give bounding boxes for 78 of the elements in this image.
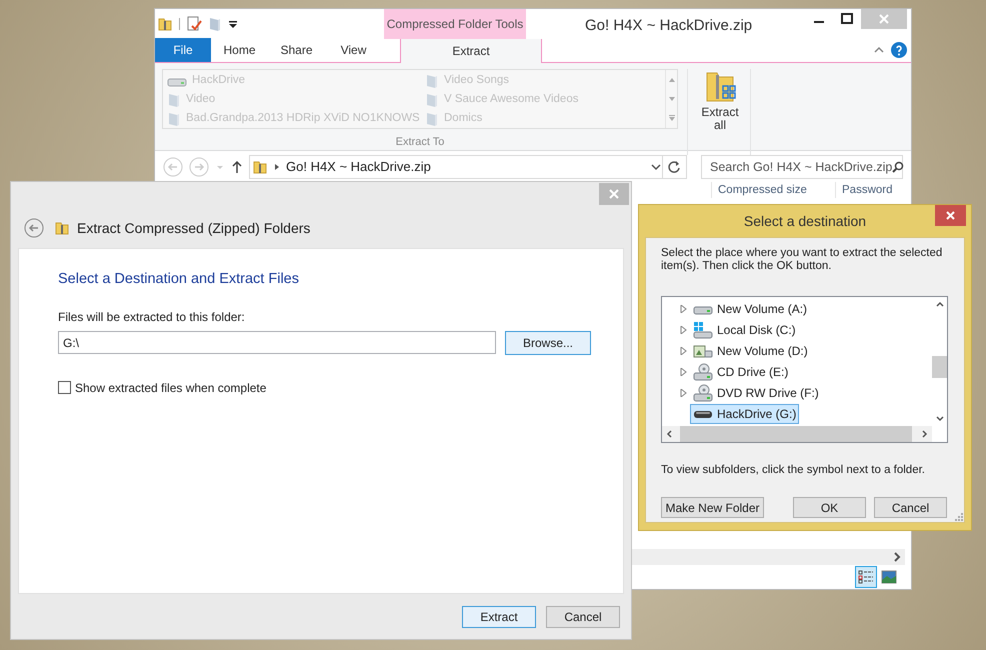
browse-button[interactable]: Browse... [505, 330, 591, 355]
chevron-icon [274, 163, 280, 171]
search-icon [892, 161, 904, 173]
expand-icon[interactable] [680, 326, 688, 334]
disc-drive-icon [693, 384, 713, 402]
ribbon-tab[interactable]: Extract [400, 39, 542, 63]
dialog-heading: Select a Destination and Extract Files [58, 270, 300, 289]
expand-icon[interactable] [680, 304, 688, 312]
checkbox[interactable] [58, 381, 71, 394]
search-field[interactable]: Search Go! H4X ~ HackDrive.zip [701, 155, 903, 179]
scroll-left-icon[interactable] [666, 430, 672, 438]
tree-item[interactable]: CD Drive (E:) [690, 362, 792, 382]
tree-item[interactable]: New Volume (D:) [690, 340, 811, 360]
zip-folder-icon [54, 220, 70, 236]
tree-item[interactable]: HackDrive (G:) [690, 404, 800, 424]
field-label: Files will be extracted to this folder: [58, 308, 246, 326]
scroll-up-icon[interactable] [936, 301, 944, 307]
expand-icon[interactable] [680, 388, 688, 396]
help-icon[interactable] [891, 42, 907, 58]
separator-line [179, 18, 180, 30]
disc-drive-icon [693, 362, 713, 380]
ribbon-tab[interactable]: View [325, 38, 382, 62]
close-button[interactable] [599, 183, 629, 205]
up-icon[interactable] [231, 160, 243, 174]
ok-button[interactable]: OK [793, 497, 866, 518]
zip-folder-icon [252, 159, 268, 175]
back-icon[interactable] [24, 218, 44, 238]
extract-button[interactable]: Extract [462, 606, 536, 628]
drive-icon [693, 320, 713, 338]
column-header[interactable]: Compressed size [711, 182, 835, 198]
ribbon-tab[interactable]: Home [211, 38, 268, 62]
folder-icon [167, 110, 181, 126]
ribbon-tab[interactable]: File [155, 38, 211, 62]
details-view-icon [858, 570, 874, 584]
group-label: Extract To [396, 135, 444, 150]
dialog-title: Extract Compressed (Zipped) Folders [77, 218, 310, 238]
scroll-right-icon[interactable] [893, 552, 901, 562]
ribbon-tab[interactable]: Share [268, 38, 325, 62]
close-button[interactable] [935, 205, 966, 226]
folder-icon [425, 72, 439, 88]
large-icons-view-icon[interactable] [881, 570, 897, 584]
extract-all-button[interactable]: Extract all [694, 69, 746, 150]
cancel-button[interactable]: Cancel [546, 606, 620, 628]
zip-folder-icon [157, 16, 173, 32]
column-header[interactable]: Password [835, 182, 897, 198]
cancel-button[interactable]: Cancel [874, 497, 947, 518]
expand-icon[interactable] [680, 368, 688, 376]
expand-icon[interactable] [680, 346, 688, 354]
tree-item[interactable]: DVD RW Drive (F:) [690, 382, 822, 402]
dialog-title: Select a destination [744, 212, 866, 230]
details-view-button[interactable] [855, 566, 877, 588]
properties-icon[interactable] [186, 16, 202, 32]
contextual-tab-group: Compressed Folder Tools [384, 9, 526, 39]
scroll-down-icon[interactable] [936, 416, 944, 422]
make-new-folder-button[interactable]: Make New Folder [661, 497, 764, 518]
address-bar[interactable]: Go! H4X ~ HackDrive.zip [249, 155, 663, 179]
resize-grip-icon[interactable] [955, 513, 963, 521]
dropdown-icon[interactable] [228, 19, 238, 29]
path-field[interactable]: G:\ [58, 331, 496, 354]
hint-text: To view subfolders, click the symbol next to a folder. [661, 463, 926, 478]
tree-item[interactable]: Local Disk (C:) [690, 320, 799, 340]
dropdown-icon[interactable] [650, 162, 662, 172]
folder-icon [167, 92, 181, 108]
window-title: Go! H4X ~ HackDrive.zip [585, 16, 752, 36]
instruction-text: Select the place where you want to extract the selected item(s). Then click the OK button. [661, 247, 944, 273]
close-icon [609, 189, 619, 199]
checkbox-label: Show extracted files when complete [75, 380, 266, 397]
refresh-button[interactable] [662, 155, 687, 179]
more-icon[interactable] [668, 114, 676, 122]
folder-icon [425, 92, 439, 108]
close-icon [946, 211, 955, 220]
scroll-right-icon[interactable] [922, 430, 928, 438]
scroll-thumb[interactable] [932, 356, 947, 378]
close-icon [879, 14, 889, 24]
folder-icon [425, 110, 439, 126]
tree-item[interactable]: New Volume (A:) [690, 298, 810, 318]
refresh-icon [667, 160, 682, 174]
drive-icon [693, 342, 713, 358]
